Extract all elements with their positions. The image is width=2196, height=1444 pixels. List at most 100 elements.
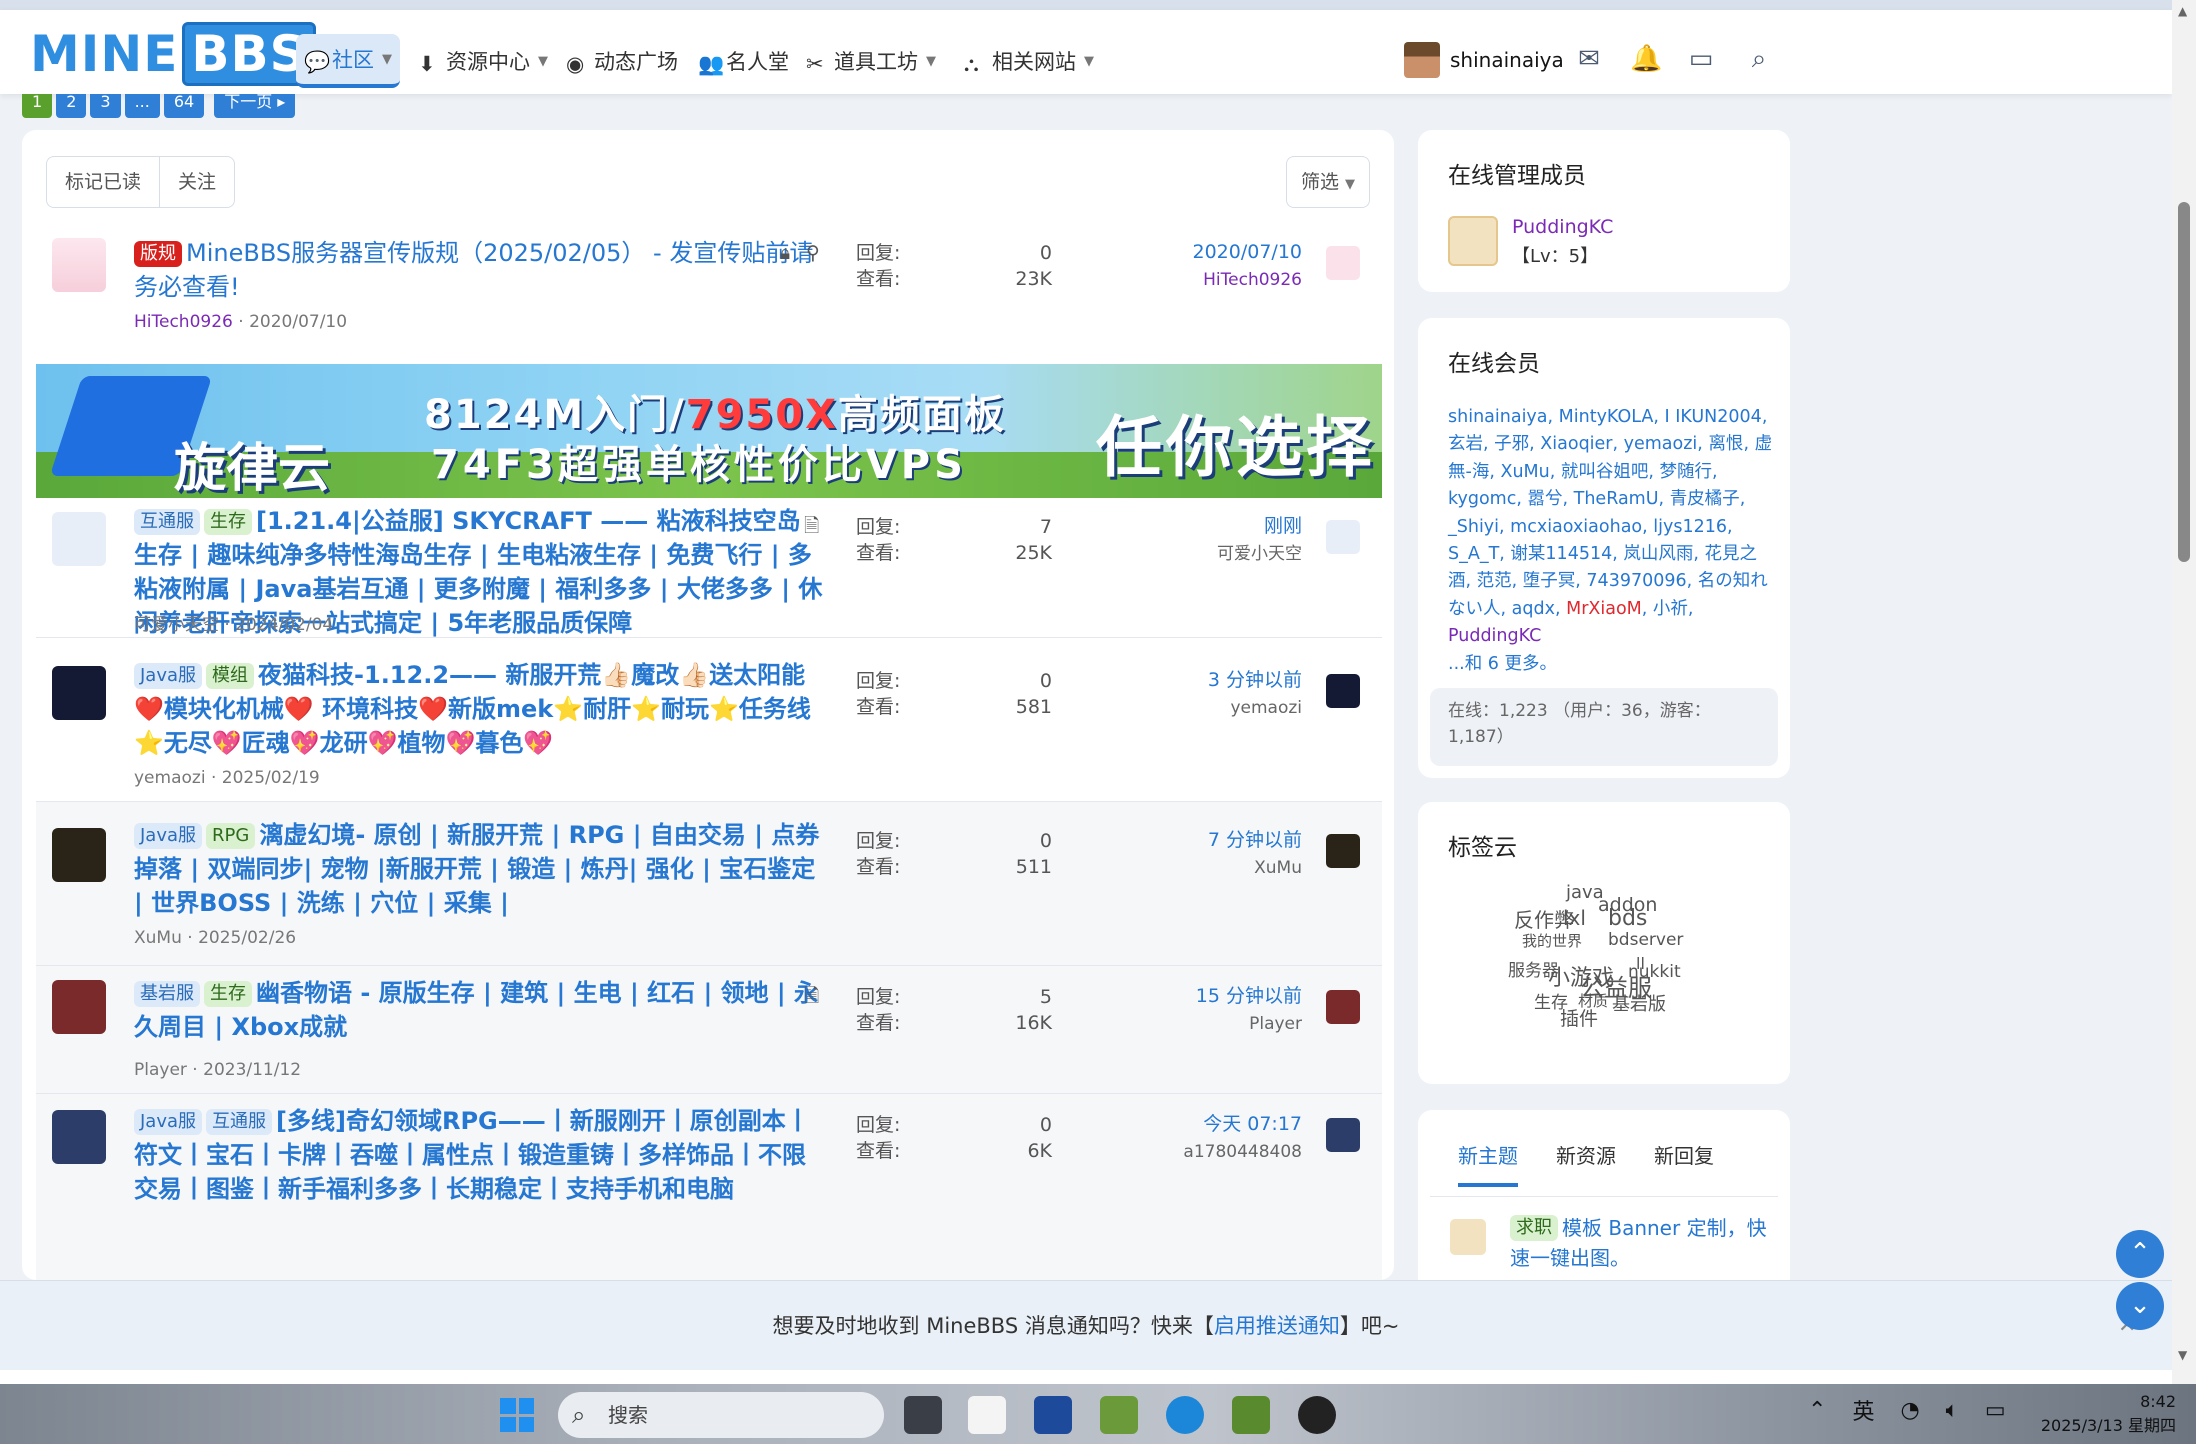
member-link[interactable]: yemaozi <box>1624 434 1698 454</box>
member-link[interactable]: Xiaoqier <box>1540 434 1612 454</box>
last-post-user[interactable]: yemaozi <box>1208 694 1302 722</box>
user-menu[interactable]: shinainaiya <box>1404 42 1564 78</box>
next-page-button[interactable]: 下一页 ▸ <box>214 94 296 118</box>
bell-icon[interactable]: 🔔 <box>1630 44 1662 74</box>
avatar[interactable] <box>1448 216 1498 266</box>
list-item[interactable]: 求职 模板 Banner 定制，快速一键出图。 <box>1430 1196 1778 1286</box>
last-post-user[interactable]: HiTech0926 <box>1192 266 1302 294</box>
last-post-user[interactable]: a1780448408 <box>1183 1138 1302 1166</box>
scrollbar[interactable]: ▲ ▼ <box>2172 0 2196 1384</box>
last-post-time[interactable]: 今天 07:17 <box>1183 1110 1302 1138</box>
mark-read-button[interactable]: 标记已读 <box>47 157 159 207</box>
scrollbar-thumb[interactable] <box>2178 202 2190 562</box>
enable-push-link[interactable]: 启用推送通知 <box>1214 1314 1340 1338</box>
battery-icon[interactable]: ▭ <box>1985 1398 2006 1423</box>
last-post-time[interactable]: 7 分钟以前 <box>1208 826 1302 854</box>
member-link[interactable]: MrXiaoM <box>1566 599 1642 619</box>
system-clock[interactable]: 8:42 2025/3/13 星期四 <box>2036 1390 2176 1438</box>
tag-link[interactable]: 插件 <box>1560 1004 1598 1031</box>
pcl-launcher-icon[interactable] <box>1034 1396 1072 1434</box>
windows-start-icon[interactable] <box>500 1398 534 1432</box>
member-link[interactable]: _Shiyi <box>1448 517 1499 537</box>
member-link[interactable]: 嚣兮 <box>1528 489 1563 509</box>
member-link[interactable]: 青皮橘子 <box>1670 489 1740 509</box>
last-post-user[interactable]: 可爱小天空 <box>1217 540 1302 568</box>
tag-link[interactable]: 我的世界 <box>1522 930 1582 951</box>
avatar[interactable] <box>52 1110 106 1164</box>
member-link[interactable]: 就叫谷姐吧 <box>1561 462 1649 482</box>
wifi-icon[interactable]: ◔ <box>1900 1398 1919 1423</box>
avatar[interactable] <box>52 512 106 566</box>
member-link[interactable]: TheRamU <box>1574 489 1659 509</box>
member-link[interactable]: shinainaiya <box>1448 407 1548 427</box>
tag-link[interactable]: 基岩版 <box>1612 990 1666 1016</box>
member-link[interactable]: mcxiaoxiaohao <box>1510 517 1642 537</box>
last-post-user[interactable]: XuMu <box>1208 854 1302 882</box>
member-link[interactable]: 子邪 <box>1494 434 1529 454</box>
minecraft-icon[interactable] <box>1232 1396 1270 1434</box>
author-link[interactable]: XuMu <box>134 928 182 948</box>
page-link[interactable]: 64 <box>163 94 205 118</box>
last-post-time[interactable]: 3 分钟以前 <box>1208 666 1302 694</box>
member-link[interactable]: aqdx <box>1512 599 1555 619</box>
page-link[interactable]: 3 <box>90 94 121 118</box>
member-link[interactable]: I IKUN2004 <box>1664 407 1761 427</box>
staff-name[interactable]: PuddingKC <box>1512 216 1613 238</box>
last-post-time[interactable]: 15 分钟以前 <box>1196 982 1302 1010</box>
more-members-link[interactable]: ...和 6 更多。 <box>1448 654 1557 674</box>
avatar[interactable] <box>1326 834 1360 868</box>
member-link[interactable]: XuMu <box>1500 462 1549 482</box>
thread-title[interactable]: Java服 RPG 漓虚幻境- 原创 | 新服开荒 | RPG | 自由交易 | 点… <box>134 818 824 920</box>
member-link[interactable]: ljys1216 <box>1653 517 1727 537</box>
taskbar-search[interactable]: ⌕ 搜索 <box>558 1392 884 1438</box>
nav-hall-of-fame[interactable]: 👥 名人堂 <box>690 34 797 88</box>
nav-related-sites[interactable]: ⛬ 相关网站 ▼ <box>956 34 1102 88</box>
watch-button[interactable]: 关注 <box>159 157 234 207</box>
avatar[interactable] <box>1326 1118 1360 1152</box>
avatar[interactable] <box>52 828 106 882</box>
member-link[interactable]: 玄岩 <box>1448 434 1483 454</box>
nav-tool-workshop[interactable]: ✂ 道具工坊 ▼ <box>798 34 944 88</box>
file-icon[interactable] <box>968 1396 1006 1434</box>
member-link[interactable]: PuddingKC <box>1448 626 1541 646</box>
tag-link[interactable]: lxl <box>1563 906 1586 930</box>
thread-title[interactable]: 版规 MineBBS服务器宣传版规（2025/02/05） - 发宣传贴前请务必查… <box>134 236 824 304</box>
tag-link[interactable]: bdserver <box>1608 930 1683 950</box>
author-link[interactable]: HiTech0926 <box>134 312 233 332</box>
search-icon[interactable]: ⌕ <box>1744 44 1774 74</box>
member-link[interactable]: 梦随行 <box>1660 462 1713 482</box>
avatar[interactable] <box>52 666 106 720</box>
last-post-time[interactable]: 刚刚 <box>1217 512 1302 540</box>
member-link[interactable]: 岚山风雨 <box>1623 544 1693 564</box>
avatar[interactable] <box>1326 520 1360 554</box>
last-post-user[interactable]: Player <box>1196 1010 1302 1038</box>
member-link[interactable]: 743970096 <box>1586 571 1686 591</box>
scroll-down-icon[interactable]: ▼ <box>2178 1348 2187 1362</box>
nav-community[interactable]: 💬 社区 ▼ <box>296 34 400 88</box>
member-link[interactable]: MintyKOLA <box>1559 407 1654 427</box>
page-link[interactable]: ... <box>124 94 160 118</box>
tag-link[interactable]: ll <box>1636 954 1645 973</box>
nav-dynamic[interactable]: ◉ 动态广场 <box>558 34 686 88</box>
avatar[interactable] <box>1326 674 1360 708</box>
wallet-icon[interactable]: ▭ <box>1686 44 1716 74</box>
page-link[interactable]: 1 <box>22 94 53 118</box>
thread-title[interactable]: 基岩服 生存 幽香物语 - 原版生存 | 建筑 | 生电 | 红石 | 领地 | 永… <box>134 976 824 1044</box>
avatar[interactable] <box>52 238 106 292</box>
last-post-time[interactable]: 2020/07/10 <box>1192 238 1302 266</box>
tab-new-resources[interactable]: 新资源 <box>1556 1140 1616 1187</box>
inbox-icon[interactable]: ✉ <box>1574 44 1604 74</box>
nav-resources[interactable]: ⬇ 资源中心 ▼ <box>410 34 556 88</box>
scroll-up-icon[interactable]: ▲ <box>2178 4 2187 18</box>
minecraft-icon[interactable] <box>1100 1396 1138 1434</box>
volume-icon[interactable]: 🔈︎ <box>1946 1398 1959 1423</box>
member-link[interactable]: 范范 <box>1477 571 1512 591</box>
tag-link[interactable]: bds <box>1608 906 1647 931</box>
member-link[interactable]: 小祈 <box>1653 599 1688 619</box>
avatar[interactable] <box>1326 246 1360 280</box>
scroll-bottom-button[interactable]: ⌄ <box>2116 1282 2164 1330</box>
tab-new-replies[interactable]: 新回复 <box>1654 1140 1714 1187</box>
member-link[interactable]: 堕子冥 <box>1523 571 1576 591</box>
ad-banner[interactable]: 旋律云 8124M入门/7950X高频面板 74F3超强单核性价比VPS 任你选… <box>36 364 1382 498</box>
member-link[interactable]: S_A_T <box>1448 544 1499 564</box>
